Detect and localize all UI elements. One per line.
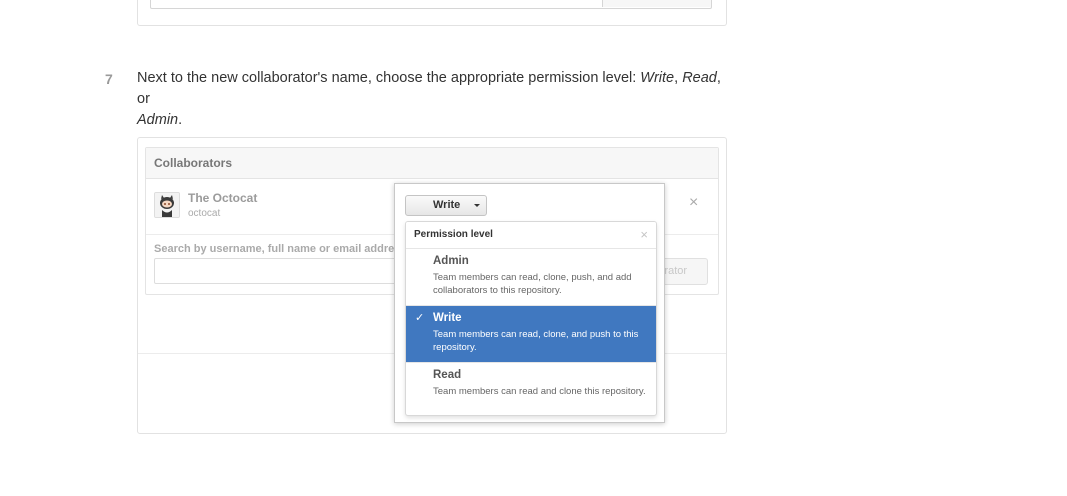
search-label: Search by username, full name or email a… [154,243,407,255]
option-title: Write [433,312,462,324]
permission-select-button[interactable]: Write [405,195,487,216]
read-term: Read [682,70,717,86]
option-description: Team members can read and clone this rep… [433,386,646,397]
option-title: Read [433,369,462,381]
permission-menu: Permission level × Admin Team members ca… [405,221,657,416]
permission-option-admin[interactable]: Admin Team members can read, clone, push… [406,249,656,306]
write-term: Write [640,70,675,86]
avatar [154,192,180,218]
octocat-icon [155,193,179,217]
previous-screenshot-frame [137,0,727,26]
permission-option-write[interactable]: ✓ Write Team members can read, clone, an… [406,306,656,363]
previous-input [150,0,712,9]
check-icon: ✓ [415,312,425,324]
admin-term: Admin [137,112,179,128]
remove-collaborator-close-icon[interactable]: × [689,194,698,212]
collaborator-name: The Octocat [188,191,258,205]
step-number: 7 [105,71,113,87]
permission-dropdown-callout: Write Permission level × Admin Team memb… [394,183,665,423]
permission-menu-header: Permission level × [406,222,656,249]
collaborator-login: octocat [188,208,221,219]
option-description: Team members can read, clone, and push t… [433,329,639,353]
step-instruction: Next to the new collaborator's name, cho… [137,70,721,128]
permission-option-read[interactable]: Read Team members can read and clone thi… [406,363,656,415]
close-icon[interactable]: × [640,222,648,248]
chevron-down-icon [474,204,480,207]
collaborators-header: Collaborators [146,148,718,179]
option-description: Team members can read, clone, push, and … [433,272,632,296]
permission-select-label: Write [433,199,461,211]
previous-button [602,0,711,7]
option-title: Admin [433,255,469,267]
